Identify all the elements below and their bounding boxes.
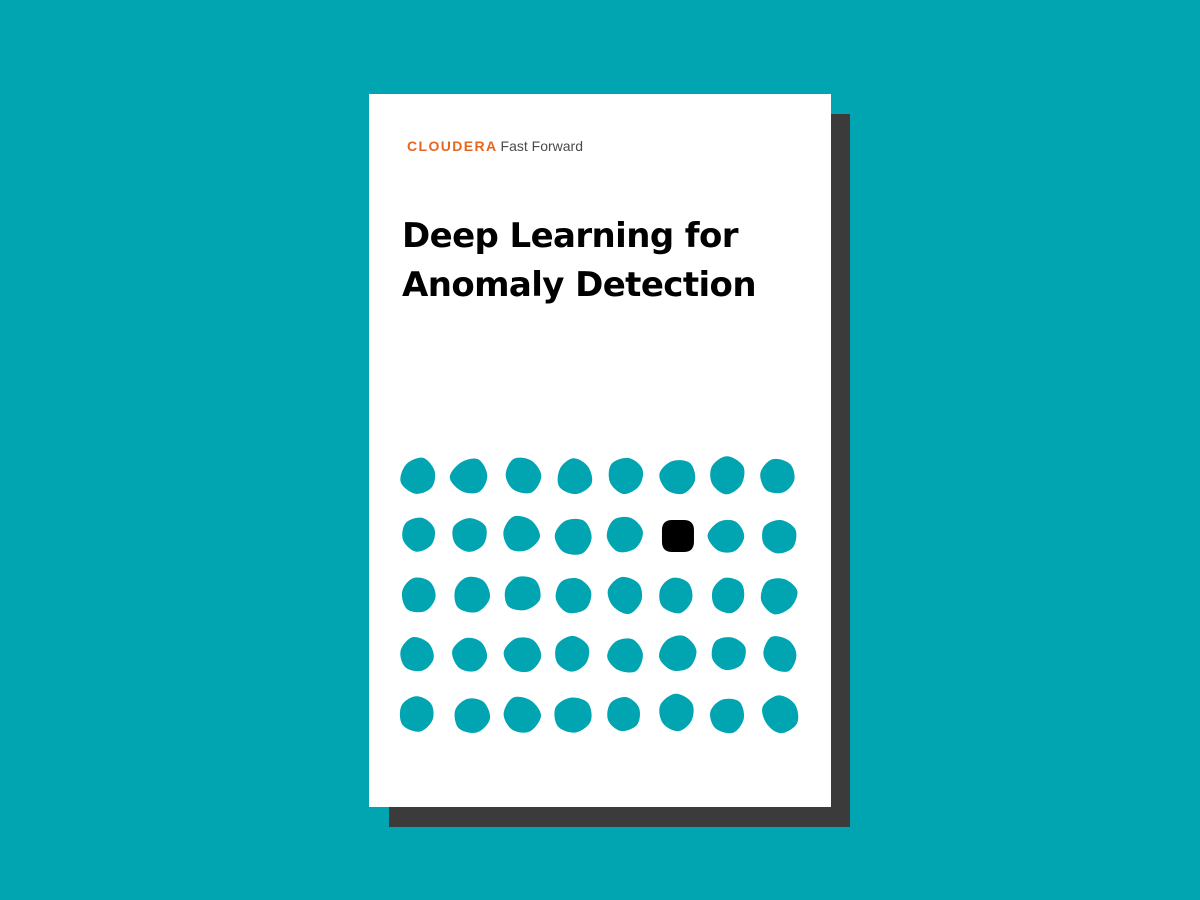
blob bbox=[659, 577, 693, 614]
blob bbox=[555, 635, 590, 672]
blob bbox=[402, 517, 436, 552]
blob bbox=[763, 636, 797, 672]
blob bbox=[760, 578, 798, 615]
blob bbox=[452, 637, 488, 672]
blob bbox=[400, 636, 434, 672]
blob bbox=[503, 515, 541, 552]
blob bbox=[449, 458, 488, 494]
blob bbox=[607, 696, 640, 732]
blob bbox=[659, 635, 697, 671]
blob bbox=[503, 637, 542, 673]
blob bbox=[557, 458, 593, 495]
blob bbox=[608, 457, 644, 495]
blob bbox=[762, 519, 797, 554]
blob-grid bbox=[399, 456, 799, 734]
blob bbox=[710, 456, 745, 495]
blob bbox=[659, 460, 696, 495]
blob bbox=[555, 578, 592, 614]
blob bbox=[554, 518, 592, 555]
blob bbox=[454, 698, 491, 733]
blob bbox=[606, 516, 643, 553]
blob bbox=[711, 577, 745, 614]
anomaly-blob bbox=[661, 519, 694, 552]
blob bbox=[707, 519, 745, 553]
blob bbox=[503, 696, 542, 733]
blob bbox=[554, 697, 592, 733]
blob bbox=[710, 698, 745, 734]
blob bbox=[607, 638, 643, 673]
background: CLOUDERA Fast Forward Deep Learning for A… bbox=[0, 0, 1200, 900]
blob bbox=[505, 457, 542, 494]
blob bbox=[760, 458, 795, 494]
blob bbox=[504, 576, 541, 611]
blob bbox=[452, 518, 487, 552]
blob bbox=[400, 457, 436, 494]
blob bbox=[762, 695, 799, 734]
blob bbox=[607, 576, 643, 615]
blob bbox=[399, 696, 434, 732]
blob bbox=[454, 576, 491, 613]
book-cover: CLOUDERA Fast Forward Deep Learning for A… bbox=[369, 94, 831, 807]
blob bbox=[711, 637, 746, 671]
blob bbox=[659, 693, 694, 732]
blob bbox=[401, 577, 436, 613]
